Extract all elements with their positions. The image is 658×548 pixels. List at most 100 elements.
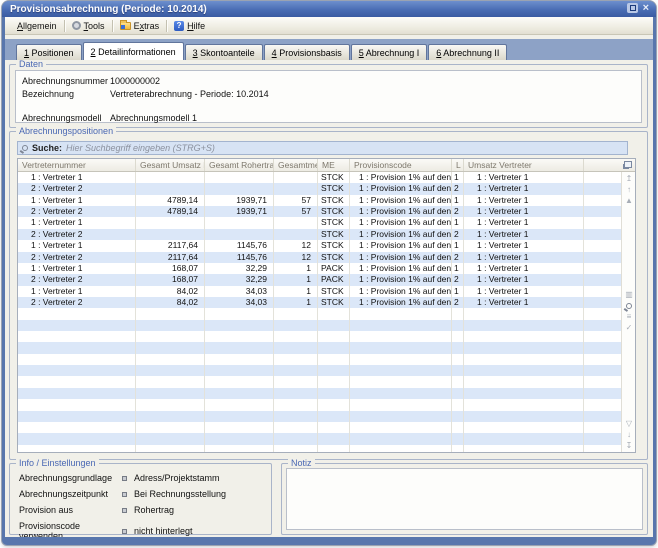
sum-icon[interactable]: ≡ [622, 312, 636, 322]
notiz-groupbox: Notiz [281, 463, 648, 535]
info-value: nicht hinterlegt [134, 526, 193, 536]
tab-bar: 1 Positionen2 Detailinformationen3 Skont… [5, 39, 653, 60]
search-input[interactable] [66, 143, 623, 153]
row-up-icon[interactable]: ▲ [622, 196, 636, 206]
scroll-to-bottom-icon[interactable]: ↧ [622, 441, 636, 451]
toolbar-button-hilfe[interactable]: Hilfe [169, 19, 210, 33]
info-row: Provisionscode verwendennicht hinterlegt [19, 521, 193, 537]
info-row: AbrechnungszeitpunktBei Rechnungsstellun… [19, 489, 226, 499]
toolbar-separator [112, 20, 113, 32]
column-header[interactable]: Umsatz Vertreter [464, 159, 584, 171]
tab-label: Abrechnung II [441, 48, 499, 58]
positions-table: VertreternummerGesamt Umsatz EURGesamt R… [17, 158, 636, 453]
table-row[interactable]: 2 : Vertreter 24789,141939,7157STCK1 : P… [18, 206, 635, 217]
search-bar[interactable]: Suche: [17, 141, 628, 155]
scroll-down-icon[interactable]: ↓ [622, 430, 636, 440]
toolbar-button-extras[interactable]: Extras [115, 19, 165, 33]
table-row[interactable]: 2 : Vertreter 2STCK1 : Provision 1% auf … [18, 229, 635, 240]
table-row[interactable]: 1 : Vertreter 1STCK1 : Provision 1% auf … [18, 217, 635, 228]
column-header[interactable]: L [452, 159, 464, 171]
table-row[interactable]: 1 : Vertreter 1168,0732,291PACK1 : Provi… [18, 263, 635, 274]
toolbar-button-allgemein[interactable]: Allgemein [9, 19, 62, 33]
toolbar-button-tools[interactable]: Tools [67, 19, 110, 33]
table-filler-row [18, 354, 635, 365]
info-einstellungen-groupbox: Info / Einstellungen Abrechnungsgrundlag… [9, 463, 272, 535]
zoom-icon[interactable] [622, 301, 636, 312]
info-label: Abrechnungszeitpunkt [19, 489, 122, 499]
bullet-icon [122, 508, 127, 513]
field-label: Abrechnungsnummer [22, 76, 110, 86]
daten-legend: Daten [16, 60, 46, 69]
table-filler-row [18, 399, 635, 410]
tab-label: Provisionsbasis [277, 48, 342, 58]
window-title: Provisionsabrechnung (Periode: 10.2014) [2, 4, 207, 15]
window-body: AllgemeinToolsExtrasHilfe 1 Positionen2 … [5, 17, 653, 537]
column-header[interactable]: Vertreternummer [18, 159, 136, 171]
column-header[interactable]: Provisionscode [350, 159, 452, 171]
daten-panel: Abrechnungsnummer1000000002 BezeichnungVe… [15, 70, 642, 123]
tab-label: Detailinformationen [96, 47, 176, 57]
table-row[interactable]: 2 : Vertreter 22117,641145,7612STCK1 : P… [18, 252, 635, 263]
toolbar: Allgemein Tools Extras Hilfe [5, 17, 653, 35]
table-filler-row [18, 308, 635, 319]
toolbar-button-label: Hilfe [187, 21, 205, 31]
tab-abrechnung-ii[interactable]: 6 Abrechnung II [428, 44, 507, 60]
column-chooser-icon[interactable] [624, 161, 632, 168]
info-row: Abrechnungsgrundlage Adress/Projektstamm [19, 473, 220, 483]
tab-provisionsbasis[interactable]: 4 Provisionsbasis [264, 44, 350, 60]
search-label: Suche: [32, 143, 62, 153]
bullet-icon [122, 476, 127, 481]
table-filler-row [18, 445, 635, 453]
tab-skontoanteile[interactable]: 3 Skontoanteile [185, 44, 263, 60]
abrechnungspositionen-legend: Abrechnungspositionen [16, 127, 116, 136]
close-icon[interactable]: × [643, 3, 649, 13]
toolbar-button-label: Extras [134, 21, 160, 31]
info-row: Provision ausRohertrag [19, 505, 174, 515]
tab-abrechnung-i[interactable]: 5 Abrechnung I [351, 44, 428, 60]
daten-groupbox: Daten Abrechnungsnummer1000000002Bezeich… [9, 64, 648, 128]
title-bar[interactable]: Provisionsabrechnung (Periode: 10.2014) … [2, 1, 656, 17]
column-chooser-icon[interactable]: ▥ [622, 290, 636, 300]
tab-detailinformationen[interactable]: 2 Detailinformationen [83, 42, 184, 60]
field-value: 1000000002 [110, 76, 160, 86]
app-window: Provisionsabrechnung (Periode: 10.2014) … [2, 1, 656, 545]
row-down-icon[interactable]: ▽ [622, 419, 636, 429]
folder-icon [120, 22, 131, 30]
tab-label: Abrechnung I [364, 48, 420, 58]
notiz-textarea[interactable] [286, 468, 643, 530]
scroll-up-icon[interactable]: ↑ [622, 185, 636, 195]
column-header[interactable]: Gesamt Rohertrag EUR [205, 159, 274, 171]
field-label: Abrechnungsmodell [22, 113, 110, 123]
check-icon[interactable]: ✓ [622, 323, 636, 333]
column-header[interactable]: ME [318, 159, 350, 171]
tab-positionen[interactable]: 1 Positionen [16, 44, 82, 60]
table-row[interactable]: 1 : Vertreter 1STCK1 : Provision 1% auf … [18, 172, 635, 183]
table-row[interactable]: 1 : Vertreter 184,0234,031STCK1 : Provis… [18, 286, 635, 297]
column-header[interactable]: Gesamt Umsatz EUR [136, 159, 205, 171]
info-value: Adress/Projektstamm [134, 473, 220, 483]
column-header[interactable] [584, 159, 620, 171]
screen: Provisionsabrechnung (Periode: 10.2014) … [0, 0, 658, 548]
daten-field: BezeichnungVertreterabrechnung - Periode… [22, 89, 269, 99]
abrechnungspositionen-groupbox: Abrechnungspositionen Suche: Vertreternu… [9, 131, 648, 460]
toolbar-button-label: Allgemein [17, 21, 57, 31]
table-row[interactable]: 1 : Vertreter 14789,141939,7157STCK1 : P… [18, 195, 635, 206]
table-row[interactable]: 2 : Vertreter 2168,0732,291PACK1 : Provi… [18, 274, 635, 285]
table-row[interactable]: 2 : Vertreter 2STCK1 : Provision 1% auf … [18, 183, 635, 194]
scroll-to-top-icon[interactable]: ↥ [622, 174, 636, 184]
table-filler-row [18, 365, 635, 376]
search-icon [22, 145, 28, 151]
field-label: Bezeichnung [22, 89, 110, 99]
help-icon [174, 21, 184, 31]
tab-label: Positionen [29, 48, 74, 58]
column-header[interactable]: Gesamtmenge [274, 159, 318, 171]
toolbar-separator [64, 20, 65, 32]
info-legend: Info / Einstellungen [16, 459, 99, 468]
tab-content: Daten Abrechnungsnummer1000000002Bezeich… [5, 60, 653, 537]
info-label: Abrechnungsgrundlage [19, 473, 122, 483]
table-row[interactable]: 1 : Vertreter 12117,641145,7612STCK1 : P… [18, 240, 635, 251]
grid-nav-strip: ↥↑▲ ▥ ≡✓ ▽↓↧ [621, 172, 635, 452]
restore-window-icon[interactable] [627, 3, 638, 13]
notiz-legend: Notiz [288, 459, 315, 468]
table-row[interactable]: 2 : Vertreter 284,0234,031STCK1 : Provis… [18, 297, 635, 308]
